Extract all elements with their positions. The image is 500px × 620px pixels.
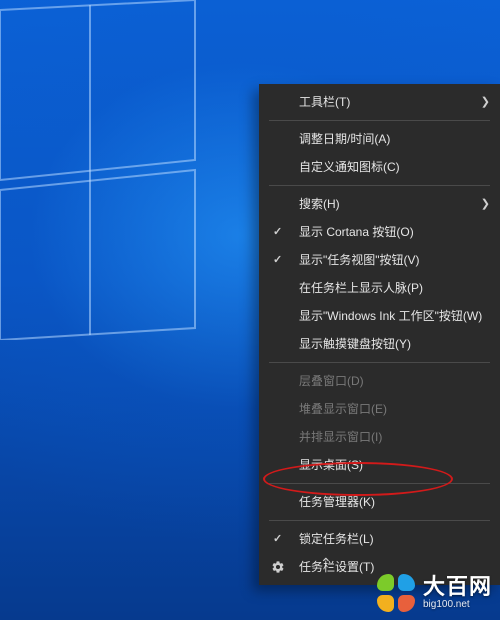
menu-label: 显示桌面(S) bbox=[299, 458, 363, 472]
menu-item-toolbar[interactable]: 工具栏(T) ❯ bbox=[259, 88, 500, 116]
chevron-right-icon: ❯ bbox=[481, 95, 490, 109]
menu-label: 显示"Windows Ink 工作区"按钮(W) bbox=[299, 309, 482, 323]
menu-item-customize-tray[interactable]: 自定义通知图标(C) bbox=[259, 153, 500, 181]
check-icon: ✓ bbox=[273, 225, 282, 239]
check-icon: ✓ bbox=[273, 532, 282, 546]
menu-item-task-manager[interactable]: 任务管理器(K) bbox=[259, 488, 500, 516]
menu-separator bbox=[269, 483, 490, 484]
menu-item-show-taskview[interactable]: ✓ 显示"任务视图"按钮(V) bbox=[259, 246, 500, 274]
windows-logo-overlay bbox=[0, 0, 300, 340]
menu-label: 层叠窗口(D) bbox=[299, 374, 364, 388]
watermark-title: 大百网 bbox=[423, 576, 492, 598]
menu-item-cascade-windows: 层叠窗口(D) bbox=[259, 367, 500, 395]
watermark: 大百网 big100.net bbox=[377, 574, 492, 612]
menu-item-lock-taskbar[interactable]: ✓ 锁定任务栏(L) bbox=[259, 525, 500, 553]
chevron-up-icon[interactable]: ⌃ bbox=[320, 555, 332, 572]
menu-separator bbox=[269, 120, 490, 121]
gear-icon bbox=[271, 560, 285, 574]
menu-label: 在任务栏上显示人脉(P) bbox=[299, 281, 423, 295]
menu-item-show-touch-keyboard[interactable]: 显示触摸键盘按钮(Y) bbox=[259, 330, 500, 358]
taskbar-context-menu: 工具栏(T) ❯ 调整日期/时间(A) 自定义通知图标(C) 搜索(H) ❯ ✓… bbox=[259, 84, 500, 585]
watermark-text: 大百网 big100.net bbox=[423, 576, 492, 610]
menu-label: 任务管理器(K) bbox=[299, 495, 375, 509]
menu-item-show-cortana[interactable]: ✓ 显示 Cortana 按钮(O) bbox=[259, 218, 500, 246]
menu-item-sidebyside-windows: 并排显示窗口(I) bbox=[259, 423, 500, 451]
menu-label: 显示触摸键盘按钮(Y) bbox=[299, 337, 411, 351]
menu-label: 任务栏设置(T) bbox=[299, 560, 374, 574]
windows-desktop[interactable]: 工具栏(T) ❯ 调整日期/时间(A) 自定义通知图标(C) 搜索(H) ❯ ✓… bbox=[0, 0, 500, 620]
menu-item-stack-windows: 堆叠显示窗口(E) bbox=[259, 395, 500, 423]
menu-label: 调整日期/时间(A) bbox=[299, 132, 390, 146]
check-icon: ✓ bbox=[273, 253, 282, 267]
menu-label: 工具栏(T) bbox=[299, 95, 350, 109]
menu-separator bbox=[269, 362, 490, 363]
menu-item-show-desktop[interactable]: 显示桌面(S) bbox=[259, 451, 500, 479]
menu-item-show-ink[interactable]: 显示"Windows Ink 工作区"按钮(W) bbox=[259, 302, 500, 330]
menu-item-search[interactable]: 搜索(H) ❯ bbox=[259, 190, 500, 218]
menu-label: 显示 Cortana 按钮(O) bbox=[299, 225, 414, 239]
chevron-right-icon: ❯ bbox=[481, 197, 490, 211]
watermark-url: big100.net bbox=[423, 600, 492, 610]
menu-separator bbox=[269, 185, 490, 186]
menu-label: 堆叠显示窗口(E) bbox=[299, 402, 387, 416]
menu-label: 自定义通知图标(C) bbox=[299, 160, 400, 174]
menu-label: 并排显示窗口(I) bbox=[299, 430, 382, 444]
system-tray-overflow: ⌃ bbox=[320, 555, 332, 572]
menu-separator bbox=[269, 520, 490, 521]
menu-label: 搜索(H) bbox=[299, 197, 340, 211]
menu-item-show-people[interactable]: 在任务栏上显示人脉(P) bbox=[259, 274, 500, 302]
menu-label: 显示"任务视图"按钮(V) bbox=[299, 253, 420, 267]
watermark-logo-icon bbox=[377, 574, 415, 612]
menu-label: 锁定任务栏(L) bbox=[299, 532, 374, 546]
menu-item-adjust-datetime[interactable]: 调整日期/时间(A) bbox=[259, 125, 500, 153]
